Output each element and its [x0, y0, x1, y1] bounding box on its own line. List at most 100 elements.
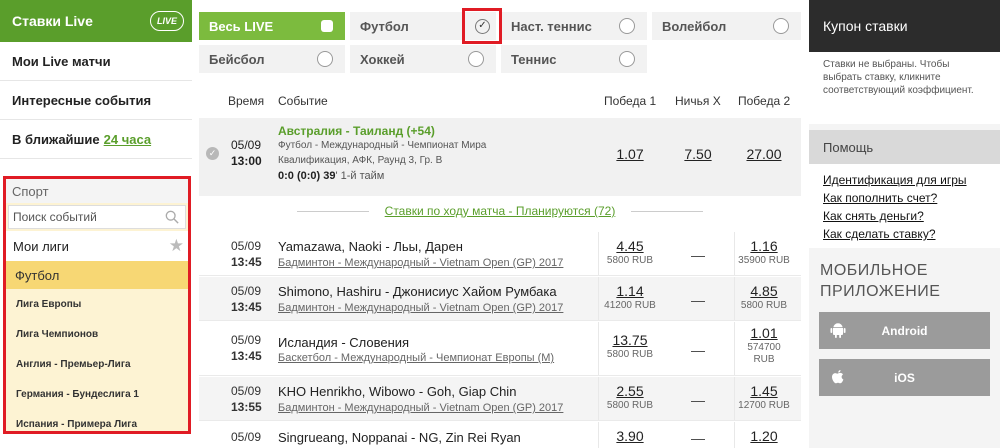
filter-table-tennis[interactable]: Наст. теннис	[501, 12, 647, 40]
event-row[interactable]: 05/09 13:55 KHO Henrikho, Wibowo - Goh, …	[199, 377, 801, 421]
odd-win1[interactable]: 2.55 5800 RUB	[595, 383, 665, 411]
odd-value: 27.00	[746, 146, 782, 162]
android-app-button[interactable]: Android	[819, 312, 990, 349]
odd-win2[interactable]: 1.20	[729, 428, 799, 444]
interesting-events-item[interactable]: Интересные события	[0, 81, 192, 120]
odd-value: 1.01	[750, 325, 778, 341]
football-checkbox-highlight: ✓	[462, 8, 502, 44]
odd-value: 1.14	[616, 283, 644, 299]
event-teams[interactable]: Singrueang, Noppanai - NG, Zin Rei Ryan	[278, 430, 521, 445]
filter-hockey[interactable]: Хоккей	[350, 45, 496, 73]
radio-icon	[317, 51, 333, 67]
league-europa[interactable]: Лига Европы	[6, 289, 188, 319]
help-link-deposit[interactable]: Как пополнить счет?	[823, 190, 986, 208]
odd-stake-currency: RUB	[753, 354, 775, 365]
android-label: Android	[881, 323, 928, 338]
event-time: 13:55	[231, 400, 262, 414]
help-link-identification[interactable]: Идентификация для игры	[823, 172, 986, 190]
league-spain-primera[interactable]: Испания - Примера Лига	[6, 409, 188, 439]
odd-value: 7.50	[684, 146, 712, 162]
odd-value: 1.20	[750, 428, 778, 444]
odd-value: 4.85	[750, 283, 778, 299]
sport-panel: Спорт Поиск событий Мои лиги ★ Футбол Ли…	[3, 176, 191, 434]
my-leagues-item[interactable]: Мои лиги ★	[6, 231, 188, 261]
featured-event-row[interactable]: ✓ 05/09 13:00 Австралия - Таиланд (+54) …	[199, 118, 801, 196]
star-icon[interactable]: ★	[169, 237, 184, 254]
odd-draw-empty: —	[691, 247, 705, 263]
checkmark-icon[interactable]: ✓	[475, 19, 490, 34]
help-header: Помощь	[809, 130, 1000, 164]
odd-value: 3.90	[616, 428, 644, 444]
odd-stake: 574700	[747, 342, 781, 353]
android-icon	[830, 323, 846, 338]
filter-baseball[interactable]: Бейсбол	[199, 45, 345, 73]
odd-win2[interactable]: 27.00	[729, 146, 799, 162]
search-placeholder: Поиск событий	[13, 210, 97, 224]
filter-volleyball[interactable]: Волейбол	[652, 12, 801, 40]
search-events-input[interactable]: Поиск событий	[8, 205, 186, 229]
event-date: 05/09	[231, 239, 262, 253]
right-sidebar: Купон ставки Ставки не выбраны. Чтобы вы…	[809, 0, 1000, 448]
odd-value: 4.45	[616, 238, 644, 254]
upcoming-24h-item[interactable]: В ближайшие 24 часа	[0, 120, 192, 159]
radio-icon	[773, 18, 789, 34]
help-link-withdraw[interactable]: Как снять деньги?	[823, 208, 986, 226]
event-score: 0:0 (0:0) 39' 1-й тайм	[278, 170, 384, 182]
odd-win2[interactable]: 4.85 5800 RUB	[729, 283, 799, 311]
my-leagues-label: Мои лиги	[13, 238, 69, 254]
filter-tennis[interactable]: Теннис	[501, 45, 647, 73]
left-sidebar: Ставки Live LIVE Мои Live матчи Интересн…	[0, 0, 192, 448]
odd-win2[interactable]: 1.45 12700 RUB	[729, 383, 799, 411]
filter-all-live[interactable]: Весь LIVE	[199, 12, 345, 40]
odd-win1[interactable]: 1.14 41200 RUB	[595, 283, 665, 311]
live-events-area: Весь LIVE Футбол Наст. теннис Волейбол Б…	[199, 0, 801, 448]
filter-hockey-label: Хоккей	[360, 51, 405, 67]
planned-events-link[interactable]: Ставки по ходу матча - Планируются (72)	[199, 204, 801, 218]
events-table-header: Время Событие Победа 1 Ничья X Победа 2	[199, 86, 801, 116]
league-champions[interactable]: Лига Чемпионов	[6, 319, 188, 349]
odd-stake: 41200 RUB	[604, 300, 656, 311]
event-time: 13:45	[231, 255, 262, 269]
odd-win1[interactable]: 4.45 5800 RUB	[595, 238, 665, 266]
search-icon[interactable]	[165, 210, 179, 224]
odd-win1[interactable]: 3.90	[595, 428, 665, 444]
odd-draw-empty: —	[691, 342, 705, 358]
my-live-matches-item[interactable]: Мои Live матчи	[0, 42, 192, 81]
event-teams[interactable]: Shimono, Hashiru - Джонисиус Хайом Румба…	[278, 284, 557, 299]
odd-win1[interactable]: 1.07	[595, 146, 665, 162]
mobile-app-title: МОБИЛЬНОЕ ПРИЛОЖЕНИЕ	[819, 260, 990, 302]
odd-win1[interactable]: 13.75 5800 RUB	[595, 332, 665, 360]
divider	[631, 211, 703, 212]
league-england-premier[interactable]: Англия - Премьер-Лига	[6, 349, 188, 379]
ios-app-button[interactable]: iOS	[819, 359, 990, 396]
league-germany-bundesliga[interactable]: Германия - Бундеслига 1	[6, 379, 188, 409]
event-row[interactable]: 05/09 13:45 Shimono, Hashiru - Джонисиус…	[199, 277, 801, 321]
event-competition[interactable]: Бадминтон - Международный - Vietnam Open…	[278, 402, 563, 414]
event-teams[interactable]: Австралия - Таиланд (+54)	[278, 124, 435, 138]
upcoming-24h-link[interactable]: 24 часа	[104, 132, 151, 147]
filter-table-tennis-label: Наст. теннис	[511, 18, 592, 34]
odd-draw-empty: —	[691, 392, 705, 408]
event-competition[interactable]: Бадминтон - Международный - Vietnam Open…	[278, 257, 563, 269]
odd-value: 2.55	[616, 383, 644, 399]
sport-football-item[interactable]: Футбол	[6, 261, 188, 289]
help-link-how-to-bet[interactable]: Как сделать ставку?	[823, 226, 986, 244]
event-row[interactable]: 05/09 Singrueang, Noppanai - NG, Zin Rei…	[199, 422, 801, 448]
event-competition[interactable]: Баскетбол - Международный - Чемпионат Ев…	[278, 352, 554, 364]
event-row[interactable]: 05/09 13:45 Исландия - Словения Баскетбо…	[199, 322, 801, 376]
filter-baseball-label: Бейсбол	[209, 51, 265, 67]
odd-stake: 5800 RUB	[740, 300, 788, 311]
odd-draw[interactable]: 7.50	[663, 146, 733, 162]
event-teams[interactable]: Yamazawa, Naoki - Льы, Дарен	[278, 239, 463, 254]
interesting-events-label: Интересные события	[12, 92, 152, 108]
upcoming-label: В ближайшие	[12, 131, 100, 147]
odd-win2[interactable]: 1.16 35900 RUB	[729, 238, 799, 266]
odd-win2[interactable]: 1.01 574700 RUB	[729, 325, 799, 365]
odd-draw-empty: —	[691, 292, 705, 308]
check-circle-icon: ✓	[206, 147, 219, 160]
event-competition[interactable]: Бадминтон - Международный - Vietnam Open…	[278, 302, 563, 314]
event-teams[interactable]: Исландия - Словения	[278, 335, 409, 350]
event-row[interactable]: 05/09 13:45 Yamazawa, Naoki - Льы, Дарен…	[199, 232, 801, 276]
event-teams[interactable]: KHO Henrikho, Wibowo - Goh, Giap Chin	[278, 384, 516, 399]
live-bets-header[interactable]: Ставки Live LIVE	[0, 0, 192, 42]
